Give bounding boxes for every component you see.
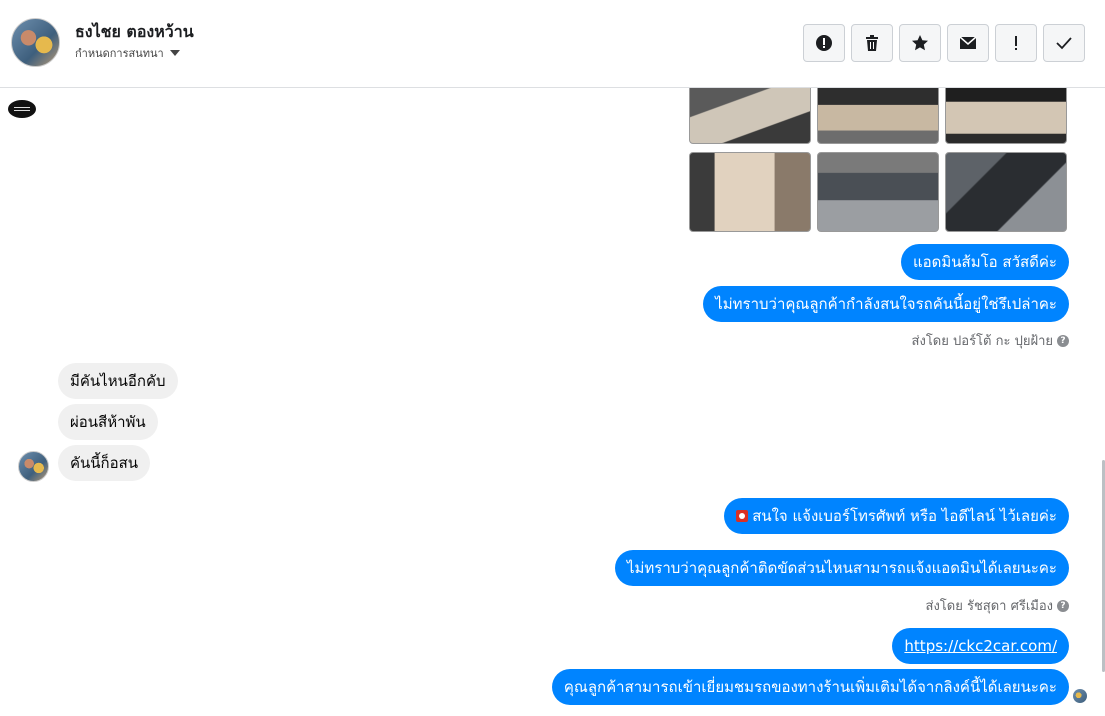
question-icon[interactable]: ?	[1057, 599, 1069, 612]
incoming-message[interactable]: ผ่อนสีห้าพัน	[58, 404, 158, 440]
incoming-message[interactable]: คันนี้ก็อสน	[58, 445, 151, 481]
envelope-icon	[959, 36, 977, 49]
conversation-toolbar	[803, 24, 1085, 62]
car-photo-2[interactable]	[817, 88, 939, 144]
contact-avatar[interactable]	[11, 18, 60, 67]
read-receipt-avatar	[1073, 689, 1087, 703]
message-link[interactable]: https://ckc2car.com/	[904, 637, 1057, 655]
outgoing-message[interactable]: แอดมินส้มโอ สวัสดีค่ะ	[900, 244, 1069, 280]
telephone-icon	[736, 510, 749, 522]
car-photo-1[interactable]	[689, 88, 811, 144]
incoming-message[interactable]: มีคันไหนอีกคับ	[58, 363, 178, 399]
sent-by-text: ส่งโดย ปอร์โต้ กะ ปุยฝ้าย	[911, 334, 1053, 349]
star-icon	[912, 35, 928, 51]
car-photo-4[interactable]	[689, 152, 811, 232]
mark-done-button[interactable]	[1043, 24, 1085, 62]
outgoing-link-message[interactable]: https://ckc2car.com/	[892, 628, 1069, 664]
sent-by-label: ส่งโดย รัชสุดา ศรีเมือง ?	[926, 595, 1069, 616]
car-photo-3[interactable]	[945, 88, 1067, 144]
conversation-header: ธงไชย ตองหว้าน กำหนดการสนทนา	[0, 0, 1105, 88]
message-thread[interactable]: แอดมินส้มโอ สวัสดีค่ะ ไม่ทราบว่าคุณลูกค้…	[0, 88, 1105, 716]
star-button[interactable]	[899, 24, 941, 62]
conversation-schedule-label: กำหนดการสนทนา	[75, 47, 164, 60]
check-icon	[1056, 37, 1072, 50]
scrollbar[interactable]	[1099, 88, 1105, 716]
page-logo	[8, 100, 36, 118]
contact-avatar-small	[18, 451, 49, 482]
sent-by-text: ส่งโดย รัชสุดา ศรีเมือง	[925, 599, 1053, 614]
caret-down-icon	[169, 50, 180, 56]
flag-button[interactable]	[995, 24, 1037, 62]
sent-by-label: ส่งโดย ปอร์โต้ กะ ปุยฝ้าย ?	[912, 330, 1069, 351]
outgoing-message[interactable]: คุณลูกค้าสามารถเข้าเยี่ยมชมรถของทางร้านเ…	[551, 669, 1069, 705]
car-photo-6[interactable]	[945, 152, 1067, 232]
alert-circle-icon	[816, 35, 832, 51]
conversation-schedule-dropdown[interactable]: กำหนดการสนทนา	[75, 44, 180, 62]
exclamation-icon	[1015, 36, 1017, 50]
question-icon[interactable]: ?	[1057, 334, 1069, 347]
outgoing-message[interactable]: ไม่ทราบว่าคุณลูกค้าติดขัดส่วนไหนสามารถแจ…	[614, 550, 1069, 586]
outgoing-message[interactable]: สนใจ แจ้งเบอร์โทรศัพท์ หรือ ไอดีไลน์ ไว้…	[724, 498, 1069, 534]
mark-unread-button[interactable]	[947, 24, 989, 62]
trash-icon	[866, 35, 878, 51]
spam-button[interactable]	[803, 24, 845, 62]
outgoing-message[interactable]: ไม่ทราบว่าคุณลูกค้ากำลังสนใจรถคันนี้อยู่…	[703, 286, 1069, 322]
car-photo-5[interactable]	[817, 152, 939, 232]
delete-button[interactable]	[851, 24, 893, 62]
outgoing-message-text: สนใจ แจ้งเบอร์โทรศัพท์ หรือ ไอดีไลน์ ไว้…	[752, 507, 1057, 525]
contact-name[interactable]: ธงไชย ตองหว้าน	[75, 20, 194, 45]
